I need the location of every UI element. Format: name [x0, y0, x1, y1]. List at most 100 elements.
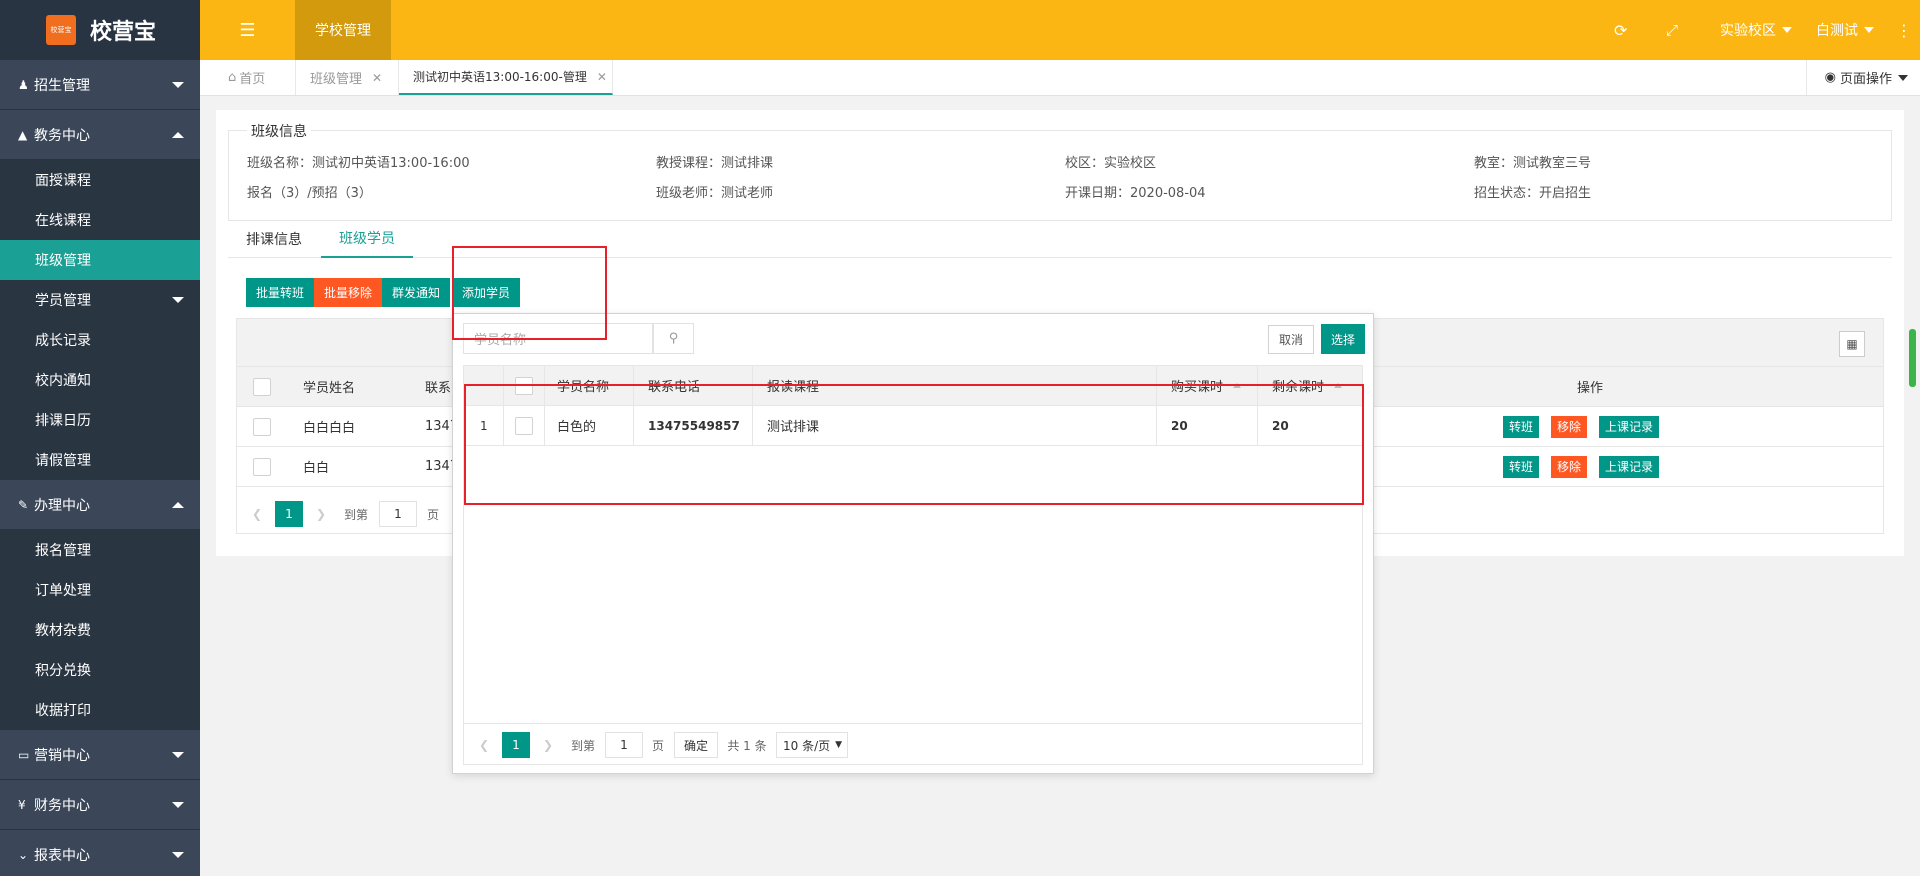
- batch-transfer-button[interactable]: 批量转班: [246, 278, 314, 307]
- sidebar-item-enroll-mgmt[interactable]: 报名管理: [0, 530, 200, 570]
- sidebar-item-order[interactable]: 订单处理: [0, 570, 200, 610]
- chevron-up-icon: [172, 132, 184, 138]
- sidebar-group-label: 报表中心: [34, 847, 90, 864]
- yen-icon: ¥: [18, 797, 26, 812]
- tab-class-mgmt[interactable]: 班级管理 ✕: [296, 60, 399, 95]
- row-checkbox[interactable]: [253, 417, 271, 436]
- current-page[interactable]: 1: [502, 732, 530, 758]
- tab-home[interactable]: ⌂ 首页: [200, 60, 296, 95]
- sidebar-item-materials[interactable]: 教材杂费: [0, 610, 200, 650]
- tab-current-class[interactable]: 测试初中英语13:00-16:00-管理 ✕: [399, 60, 613, 95]
- top-header: ☰ 学校管理 ⟳ ⤢ 实验校区 白测试 ⋮: [200, 0, 1920, 60]
- target-icon: ◉: [1824, 70, 1836, 85]
- page-label: 页: [426, 507, 439, 522]
- row-actions: 转班 移除 上课记录: [1503, 447, 1671, 486]
- class-teacher: 班级老师：测试老师: [656, 186, 774, 201]
- more-icon[interactable]: ⋮: [1896, 0, 1912, 60]
- columns-icon[interactable]: ▦: [1839, 331, 1865, 357]
- transfer-button[interactable]: 转班: [1503, 415, 1540, 438]
- search-icon[interactable]: ⚲: [653, 323, 694, 354]
- sidebar-group-label: 财务中心: [34, 797, 90, 814]
- class-info-panel: 班级信息 班级名称：测试初中英语13:00-16:00 教授课程：测试排课 校区…: [228, 121, 1892, 221]
- chevron-down-icon: [172, 852, 184, 858]
- sidebar-item-student-mgmt[interactable]: 学员管理: [0, 280, 200, 320]
- select-button[interactable]: 选择: [1321, 324, 1365, 354]
- page-input[interactable]: 1: [379, 501, 417, 527]
- user-plus-icon: ♟: [18, 77, 29, 92]
- scrollbar[interactable]: [1909, 329, 1916, 387]
- class-course: 教授课程：测试排课: [656, 156, 774, 171]
- module-tab-school[interactable]: 学校管理: [295, 0, 391, 60]
- page-operations-menu[interactable]: ◉ 页面操作: [1805, 60, 1908, 95]
- close-icon[interactable]: ✕: [597, 70, 607, 84]
- prev-page-icon[interactable]: ❮: [249, 501, 265, 527]
- app-name: 校营宝: [90, 20, 157, 45]
- cancel-button[interactable]: 取消: [1268, 325, 1314, 354]
- sidebar-item-receipt[interactable]: 收据打印: [0, 690, 200, 730]
- sidebar-item-growth-record[interactable]: 成长记录: [0, 320, 200, 360]
- batch-remove-button[interactable]: 批量移除: [314, 278, 382, 307]
- sidebar-item-online-course[interactable]: 在线课程: [0, 200, 200, 240]
- group-notify-button[interactable]: 群发通知: [382, 278, 450, 307]
- sidebar-item-points[interactable]: 积分兑换: [0, 650, 200, 690]
- checkbox[interactable]: [253, 377, 271, 396]
- fullscreen-icon[interactable]: ⤢: [1666, 0, 1678, 60]
- tab-label: 首页: [239, 72, 266, 87]
- next-page-icon[interactable]: ❯: [540, 732, 556, 758]
- tab-schedule-info[interactable]: 排课信息: [228, 220, 320, 258]
- sidebar-item-class-mgmt[interactable]: 班级管理: [0, 240, 200, 280]
- chevron-down-icon: [172, 802, 184, 808]
- header-student-name: 学员姓名: [303, 381, 356, 396]
- sidebar-group-label: 教务中心: [34, 127, 90, 144]
- campus-selector[interactable]: 实验校区: [1720, 0, 1792, 60]
- refresh-icon[interactable]: ⟳: [1614, 0, 1627, 60]
- student-select-dialog: 学员名称 ⚲ 取消 选择 学员名称 联系电话 报读课程 购买课时 剩余课时 1 …: [452, 313, 1374, 774]
- chevron-down-icon: [172, 752, 184, 758]
- page-input[interactable]: 1: [605, 732, 643, 758]
- class-enroll-count: 报名（3）/预招（3）: [247, 186, 372, 201]
- sidebar-group-academic[interactable]: ▲ 教务中心: [0, 110, 200, 160]
- transfer-button[interactable]: 转班: [1503, 455, 1540, 478]
- row-checkbox[interactable]: [253, 457, 271, 476]
- highlight-box-add-student: [452, 246, 607, 340]
- chart-icon: ⌄: [18, 847, 29, 862]
- remove-button[interactable]: 移除: [1551, 455, 1588, 478]
- edit-icon: ✎: [18, 497, 29, 512]
- sidebar-group-reports[interactable]: ⌄ 报表中心: [0, 830, 200, 876]
- menu-toggle-icon[interactable]: ☰: [200, 0, 295, 60]
- sidebar-group-finance[interactable]: ¥ 财务中心: [0, 780, 200, 830]
- tab-label: 测试初中英语13:00-16:00-管理: [413, 70, 587, 84]
- chevron-down-icon: [1898, 74, 1908, 81]
- page-size-select[interactable]: 10 条/页 ▼: [776, 732, 848, 758]
- sidebar-item-face-course[interactable]: 面授课程: [0, 160, 200, 200]
- logo[interactable]: 校营宝 校营宝: [0, 0, 200, 60]
- chevron-down-icon: ▼: [835, 740, 842, 750]
- user-name: 白测试: [1816, 23, 1858, 39]
- user-menu[interactable]: 白测试: [1816, 0, 1874, 60]
- close-icon[interactable]: ✕: [372, 71, 382, 85]
- sidebar-item-school-notice[interactable]: 校内通知: [0, 360, 200, 400]
- class-name: 班级名称：测试初中英语13:00-16:00: [247, 156, 470, 171]
- confirm-page-button[interactable]: 确定: [674, 732, 718, 758]
- sidebar-item-schedule-calendar[interactable]: 排课日历: [0, 400, 200, 440]
- dialog-pager: ❮ 1 ❯ 到第 1 页 确定 共 1 条 10 条/页 ▼: [464, 723, 1362, 765]
- sidebar-group-enrollment[interactable]: ♟ 招生管理: [0, 60, 200, 110]
- tab-class-students[interactable]: 班级学员: [321, 220, 413, 258]
- class-records-button[interactable]: 上课记录: [1599, 455, 1660, 478]
- chevron-down-icon: [1864, 27, 1874, 33]
- class-records-button[interactable]: 上课记录: [1599, 415, 1660, 438]
- home-icon: ⌂: [228, 70, 237, 85]
- current-page[interactable]: 1: [275, 501, 303, 527]
- prev-page-icon[interactable]: ❮: [476, 732, 492, 758]
- sidebar-group-marketing[interactable]: ▭ 营销中心: [0, 730, 200, 780]
- header-contact: 联系: [425, 381, 452, 396]
- sidebar-item-leave-mgmt[interactable]: 请假管理: [0, 440, 200, 480]
- chevron-down-icon: [1782, 27, 1792, 33]
- select-all-checkbox[interactable]: [253, 367, 271, 406]
- remove-button[interactable]: 移除: [1551, 415, 1588, 438]
- campus-label: 实验校区: [1720, 23, 1776, 39]
- class-info-legend: 班级信息: [247, 121, 311, 141]
- laptop-icon: ▭: [18, 747, 30, 762]
- next-page-icon[interactable]: ❯: [313, 501, 329, 527]
- sidebar-group-office[interactable]: ✎ 办理中心: [0, 480, 200, 530]
